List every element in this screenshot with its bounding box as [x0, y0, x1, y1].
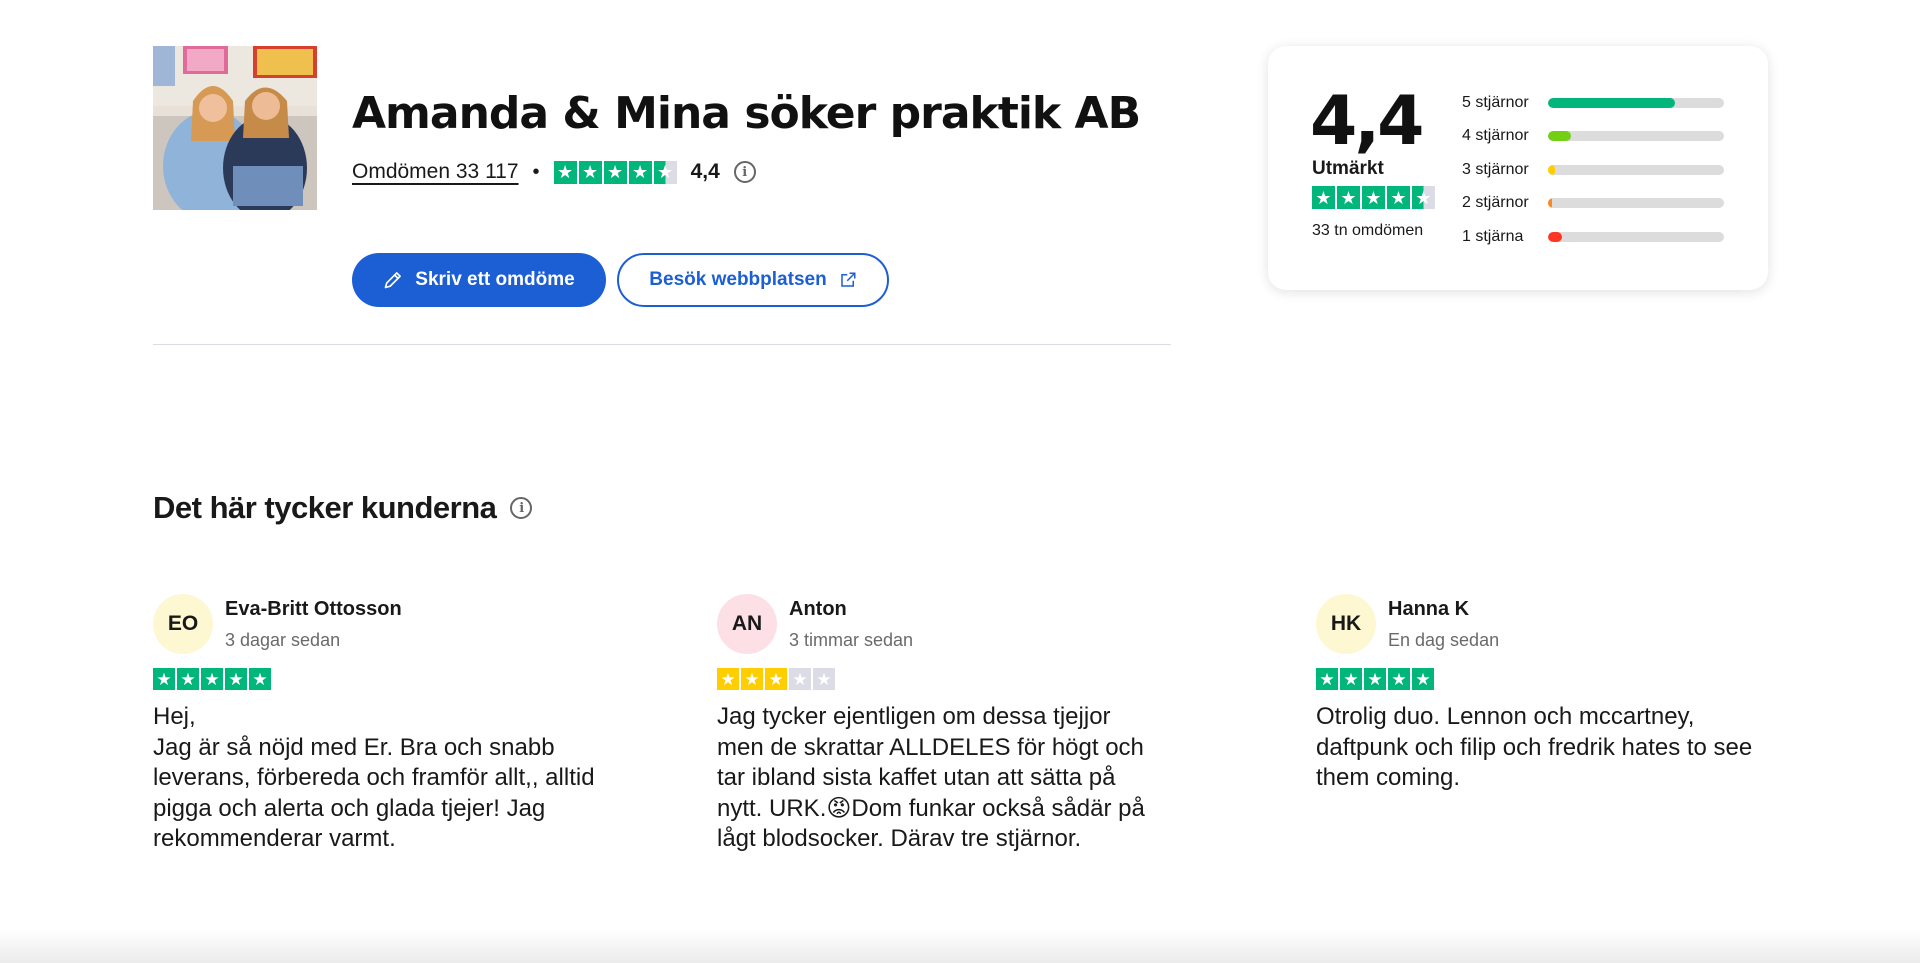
review-star-rating: ★ ★ ★ ★ ★ — [1316, 668, 1434, 690]
distribution-row[interactable]: 4 stjärnor — [1462, 120, 1742, 154]
star-icon: ★ — [553, 160, 577, 184]
distribution-row[interactable]: 3 stjärnor — [1462, 153, 1742, 187]
distribution-bar — [1548, 231, 1724, 242]
reviews-count-link[interactable]: Omdömen 33 117 — [352, 160, 519, 184]
summary-label: Utmärkt — [1312, 158, 1384, 179]
distribution-bar — [1548, 131, 1724, 142]
header-star-rating: ★ ★ ★ ★ ★ — [553, 160, 677, 184]
distribution-bar — [1548, 164, 1724, 175]
star-icon: ★ — [603, 160, 627, 184]
avatar[interactable]: AN — [717, 594, 777, 654]
review-header: AN Anton 3 timmar sedan — [717, 594, 1217, 654]
review-star-rating: ★ ★ ★ ★ ★ — [717, 668, 835, 690]
star-icon: ★ — [1362, 186, 1385, 209]
distribution-bar — [1548, 198, 1724, 209]
info-icon[interactable]: i — [510, 497, 533, 519]
distribution-fill — [1548, 131, 1571, 142]
distribution-fill — [1548, 97, 1675, 108]
distribution-label: 4 stjärnor — [1462, 127, 1529, 145]
reviewer-name[interactable]: Anton — [789, 598, 913, 621]
info-icon[interactable]: i — [733, 161, 756, 183]
distribution-fill — [1548, 198, 1553, 209]
star-icon: ★ — [1340, 668, 1362, 690]
reviewer-name[interactable]: Eva-Britt Ottosson — [225, 598, 402, 621]
distribution-label: 3 stjärnor — [1462, 160, 1529, 178]
review-star-rating: ★ ★ ★ ★ ★ — [153, 668, 271, 690]
star-icon: ★ — [765, 668, 787, 690]
company-photo — [153, 46, 317, 210]
avatar[interactable]: HK — [1316, 594, 1376, 654]
header-rating-value: 4,4 — [690, 160, 720, 183]
star-icon: ★ — [653, 160, 677, 184]
star-icon: ★ — [1337, 186, 1360, 209]
star-icon: ★ — [1387, 186, 1410, 209]
star-icon: ★ — [1316, 668, 1338, 690]
review-time: En dag sedan — [1388, 629, 1500, 650]
company-profile-page: Amanda & Mina söker praktik AB Omdömen 3… — [0, 0, 1920, 963]
star-icon: ★ — [225, 668, 247, 690]
distribution-bar — [1548, 97, 1724, 108]
distribution-row[interactable]: 2 stjärnor — [1462, 187, 1742, 221]
star-icon: ★ — [201, 668, 223, 690]
review-card: HK Hanna K En dag sedan ★ ★ ★ ★ ★ Otrolig du… — [1316, 594, 1816, 794]
star-icon: ★ — [1412, 186, 1435, 209]
star-icon: ★ — [153, 668, 175, 690]
header-divider — [153, 344, 1171, 345]
separator-dot: • — [532, 160, 540, 183]
visit-website-button[interactable]: Besök webbplatsen — [617, 253, 889, 307]
distribution-row[interactable]: 1 stjärna — [1462, 220, 1742, 254]
distribution-label: 5 stjärnor — [1462, 93, 1529, 111]
star-icon: ★ — [249, 668, 271, 690]
rating-summary: Omdömen 33 117 • ★ ★ ★ ★ ★ 4,4 i — [352, 156, 756, 188]
star-icon: ★ — [717, 668, 739, 690]
summary-star-rating: ★ ★ ★ ★ ★ — [1312, 186, 1435, 209]
star-icon: ★ — [1312, 186, 1335, 209]
write-review-label: Skriv ett omdöme — [415, 269, 575, 290]
review-text[interactable]: Jag tycker ejentligen om dessa tjejjor m… — [717, 702, 1217, 855]
review-time: 3 dagar sedan — [225, 629, 341, 650]
distribution-label: 1 stjärna — [1462, 227, 1524, 245]
distribution-fill — [1548, 231, 1563, 242]
star-icon: ★ — [741, 668, 763, 690]
review-time: 3 timmar sedan — [789, 629, 914, 650]
star-icon: ★ — [789, 668, 811, 690]
star-icon: ★ — [813, 668, 835, 690]
visit-website-label: Besök webbplatsen — [649, 269, 827, 290]
star-icon: ★ — [177, 668, 199, 690]
reviewer-name[interactable]: Hanna K — [1388, 598, 1499, 621]
star-icon: ★ — [628, 160, 652, 184]
avatar[interactable]: EO — [153, 594, 213, 654]
review-header: EO Eva-Britt Ottosson 3 dagar sedan — [153, 594, 653, 654]
review-card: EO Eva-Britt Ottosson 3 dagar sedan ★ ★ ★ ★… — [153, 594, 653, 855]
rating-summary-card: 4,4 Utmärkt ★ ★ ★ ★ ★ 33 tn omdömen 5 stjärn… — [1268, 46, 1768, 290]
review-card: AN Anton 3 timmar sedan ★ ★ ★ ★ ★ Jag tycker… — [717, 594, 1217, 855]
review-header: HK Hanna K En dag sedan — [1316, 594, 1816, 654]
distribution-row[interactable]: 5 stjärnor — [1462, 86, 1742, 120]
star-icon: ★ — [1412, 668, 1434, 690]
distribution-fill — [1548, 164, 1556, 175]
summary-score: 4,4 — [1310, 82, 1424, 161]
star-icon: ★ — [1364, 668, 1386, 690]
star-icon: ★ — [1388, 668, 1410, 690]
section-title: Det här tycker kunderna i — [153, 490, 533, 526]
pencil-icon — [384, 272, 402, 289]
write-review-button[interactable]: Skriv ett omdöme — [352, 253, 606, 307]
review-text[interactable]: Hej, Jag är så nöjd med Er. Bra och snab… — [153, 702, 653, 855]
external-link-icon — [840, 272, 856, 287]
distribution-label: 2 stjärnor — [1462, 194, 1529, 212]
review-text[interactable]: Otrolig duo. Lennon och mccartney, daftp… — [1316, 702, 1816, 794]
next-section-edge — [0, 930, 1920, 963]
star-distribution: 5 stjärnor 4 stjärnor 3 stjärnor 2 stjär… — [1462, 86, 1742, 254]
company-name: Amanda & Mina söker praktik AB — [352, 88, 1141, 139]
section-title-text: Det här tycker kunderna — [153, 490, 497, 525]
summary-review-count: 33 tn omdömen — [1312, 222, 1424, 239]
star-icon: ★ — [578, 160, 602, 184]
